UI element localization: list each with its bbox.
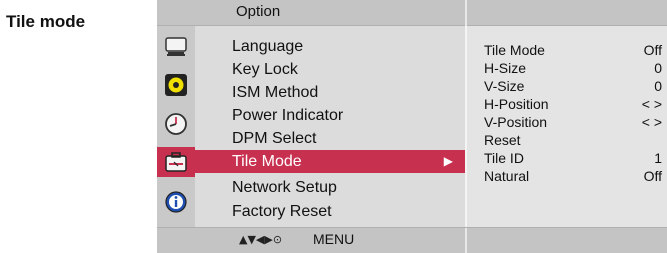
- submenu-row[interactable]: H-Position < >: [467, 95, 667, 113]
- menu-item-power-indicator[interactable]: Power Indicator: [195, 104, 465, 127]
- submenu-value: < >: [641, 114, 662, 130]
- submenu-value: Off: [643, 168, 662, 184]
- submenu-arrow-icon: ▶: [443, 154, 453, 168]
- submenu-value: 0: [654, 60, 662, 76]
- menu-item-key-lock[interactable]: Key Lock: [195, 58, 465, 81]
- osd-header: Option: [157, 0, 667, 26]
- menu-item-network-setup[interactable]: Network Setup: [195, 176, 465, 199]
- category-icon-column: [157, 26, 195, 227]
- menu-item-ism-method[interactable]: ISM Method: [195, 81, 465, 104]
- submenu-row[interactable]: Tile Mode Off: [467, 41, 667, 59]
- menu-item-label: DPM Select: [232, 130, 317, 147]
- submenu-value: 0: [654, 78, 662, 94]
- submenu-label: Tile ID: [484, 150, 524, 166]
- tile-mode-submenu: Tile Mode Off H-Size 0 V-Size 0 H-Positi…: [467, 26, 667, 227]
- submenu-label: V-Size: [484, 78, 525, 94]
- submenu-value: 1: [654, 150, 662, 166]
- submenu-row[interactable]: H-Size 0: [467, 59, 667, 77]
- menu-item-label: Tile Mode: [232, 153, 302, 170]
- menu-hint-label: MENU: [313, 231, 355, 247]
- menu-item-label: Power Indicator: [232, 107, 344, 124]
- menu-item-dpm-select[interactable]: DPM Select: [195, 127, 465, 150]
- submenu-label: Reset: [484, 132, 521, 148]
- submenu-row[interactable]: Reset: [467, 131, 667, 149]
- audio-icon[interactable]: [161, 70, 191, 100]
- submenu-label: H-Position: [484, 96, 549, 112]
- menu-item-factory-reset[interactable]: Factory Reset: [195, 200, 465, 223]
- page-title: Tile mode: [6, 12, 86, 31]
- footer-divider: [465, 228, 467, 253]
- osd-title: Option: [236, 3, 281, 20]
- timer-icon[interactable]: [161, 109, 191, 139]
- menu-item-label: ISM Method: [232, 84, 319, 101]
- menu-item-label: Factory Reset: [232, 203, 332, 220]
- submenu-value: Off: [643, 42, 662, 58]
- submenu-label: Natural: [484, 168, 530, 184]
- picture-icon[interactable]: [161, 32, 191, 62]
- option-menu-list: Language Key Lock ISM Method Power Indic…: [195, 26, 465, 227]
- submenu-row[interactable]: Tile ID 1: [467, 149, 667, 167]
- submenu-row[interactable]: V-Size 0: [467, 77, 667, 95]
- menu-item-label: Language: [232, 38, 304, 55]
- submenu-label: H-Size: [484, 60, 527, 76]
- menu-item-tile-mode[interactable]: Tile Mode ▶: [195, 150, 465, 173]
- menu-item-label: Network Setup: [232, 179, 337, 196]
- submenu-label: V-Position: [484, 114, 548, 130]
- option-icon[interactable]: [157, 147, 195, 177]
- osd-menu: Option Language Key Lock ISM Method Powe…: [157, 0, 667, 253]
- submenu-row[interactable]: V-Position < >: [467, 113, 667, 131]
- submenu-label: Tile Mode: [484, 42, 545, 58]
- submenu-value: < >: [641, 96, 662, 112]
- info-icon[interactable]: [161, 187, 191, 217]
- menu-item-language[interactable]: Language: [195, 35, 465, 58]
- navigation-hint-icon: ▲▼◀▶⊙: [239, 233, 283, 246]
- menu-item-label: Key Lock: [232, 61, 298, 78]
- submenu-row[interactable]: Natural Off: [467, 167, 667, 185]
- osd-footer: ▲▼◀▶⊙ MENU: [157, 227, 667, 253]
- header-divider: [465, 0, 467, 26]
